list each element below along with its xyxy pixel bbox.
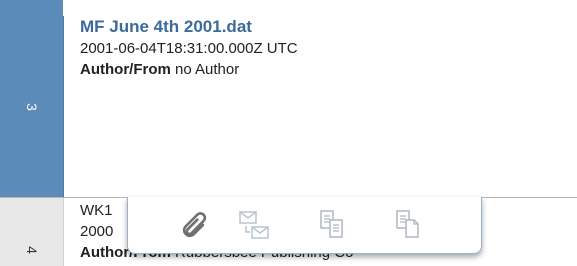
author-value: no Author <box>175 61 240 78</box>
duplicate-button[interactable] <box>390 207 426 243</box>
copy-icon <box>320 210 343 238</box>
attachment-button[interactable] <box>174 207 210 243</box>
result-body: MF June 4th 2001.dat 2001-06-04T18:31:00… <box>80 16 567 80</box>
result-index-label: 4 <box>23 246 40 254</box>
result-index-rail[interactable]: 3 <box>0 16 64 198</box>
email-thread-icon <box>239 211 269 239</box>
previous-result-edge <box>63 0 577 16</box>
result-action-toolbar <box>127 197 482 254</box>
result-author: Author/From no Author <box>80 59 567 80</box>
result-index-label: 3 <box>23 103 40 111</box>
author-label: Author/From <box>80 61 171 78</box>
copy-button[interactable] <box>314 207 350 243</box>
previous-result-rail-edge <box>0 0 63 16</box>
result-title[interactable]: MF June 4th 2001.dat <box>80 16 567 38</box>
result-index-rail[interactable]: 4 <box>0 198 64 266</box>
email-thread-button[interactable] <box>236 207 272 243</box>
result-card-selected[interactable]: 3 MF June 4th 2001.dat 2001-06-04T18:31:… <box>0 16 577 198</box>
results-list: 3 MF June 4th 2001.dat 2001-06-04T18:31:… <box>0 0 577 266</box>
attachment-icon <box>182 212 207 238</box>
result-index: 4 <box>0 234 63 266</box>
duplicate-icon <box>396 210 419 238</box>
result-timestamp: 2001-06-04T18:31:00.000Z UTC <box>80 40 298 57</box>
result-index: 3 <box>0 16 63 198</box>
